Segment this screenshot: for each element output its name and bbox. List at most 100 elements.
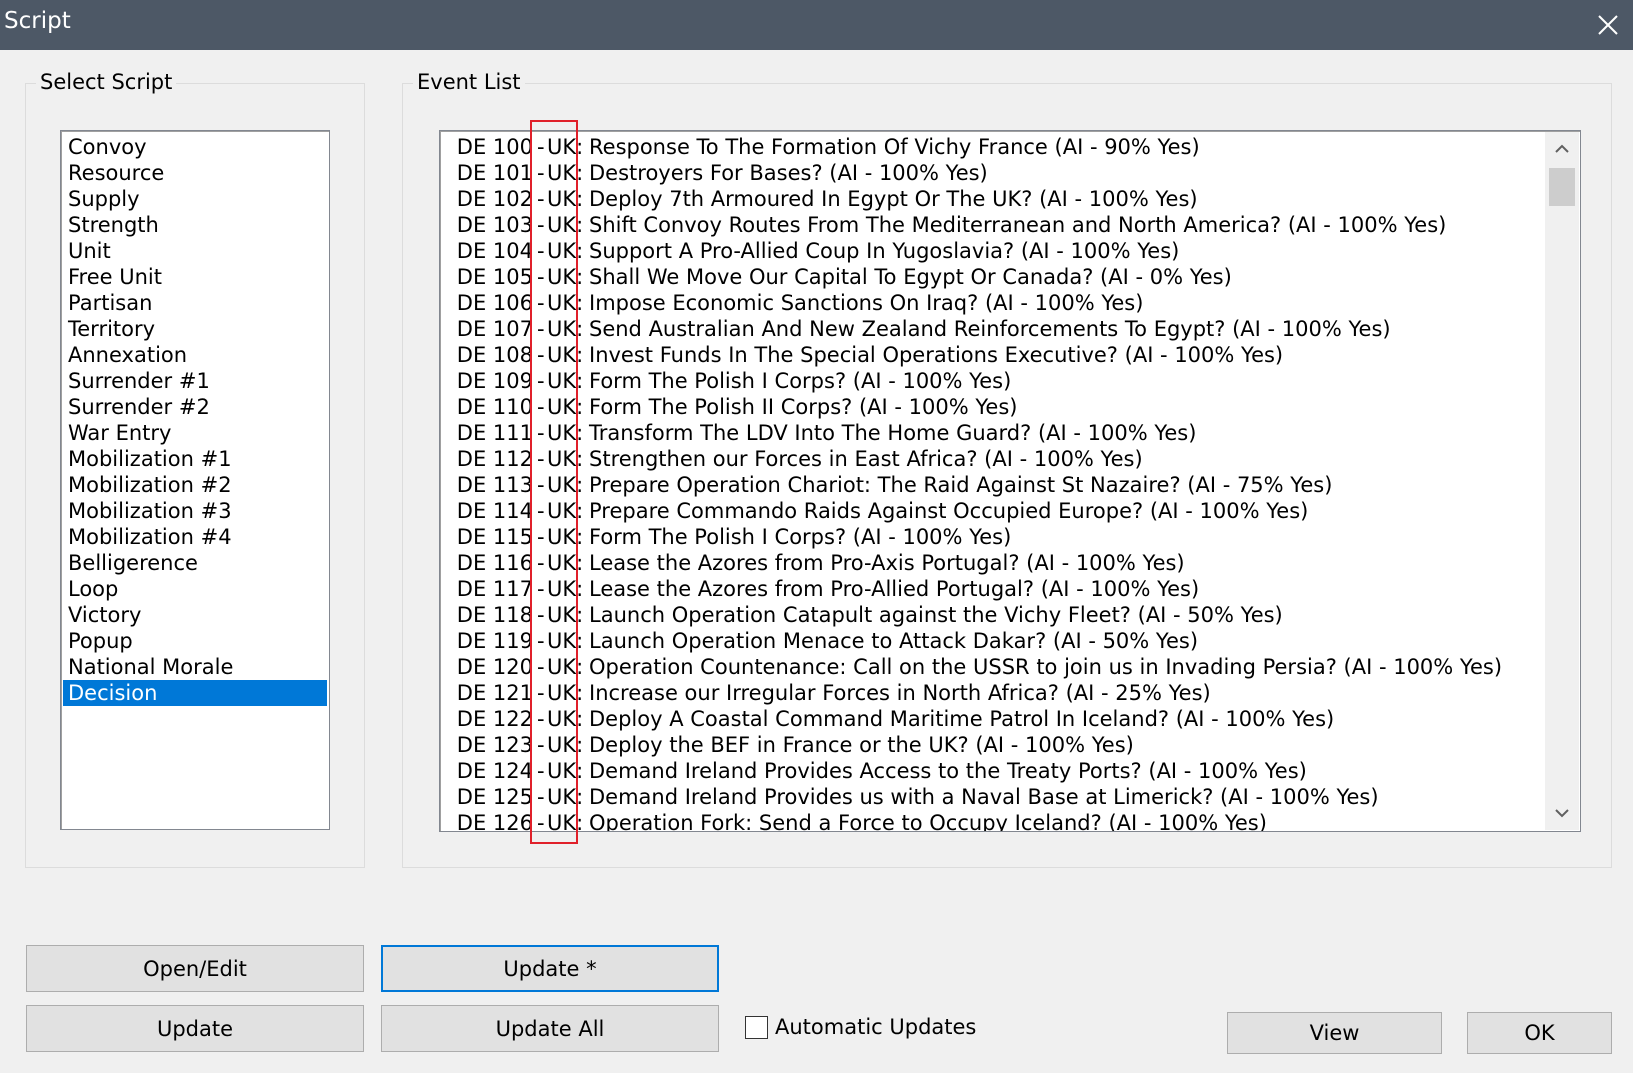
event-list-row[interactable]: DE 120- UK: Operation Countenance: Call on… <box>451 654 1544 680</box>
script-list-item[interactable]: Surrender #2 <box>63 394 327 420</box>
event-list-row[interactable]: DE 116- UK: Lease the Azores from Pro-Axis… <box>451 550 1544 576</box>
event-list-row[interactable]: DE 101- UK: Destroyers For Bases? (AI - 10… <box>451 160 1544 186</box>
event-separator: - <box>537 369 545 393</box>
event-id: DE 117 <box>456 577 533 601</box>
event-id: DE 103 <box>456 213 533 237</box>
script-list-item[interactable]: National Morale <box>63 654 327 680</box>
event-country: UK: <box>547 135 584 159</box>
event-list-row[interactable]: DE 122- UK: Deploy A Coastal Command Marit… <box>451 706 1544 732</box>
script-list-item[interactable]: War Entry <box>63 420 327 446</box>
event-country: UK: <box>547 213 584 237</box>
event-separator: - <box>537 395 545 419</box>
event-list-label: Event List <box>413 69 525 95</box>
event-country: UK: <box>547 291 584 315</box>
event-id: DE 102 <box>456 187 533 211</box>
scroll-up-button[interactable] <box>1545 132 1579 166</box>
script-list-item[interactable]: Mobilization #2 <box>63 472 327 498</box>
script-list-item[interactable]: Popup <box>63 628 327 654</box>
event-id: DE 116 <box>456 551 533 575</box>
event-list-row[interactable]: DE 118- UK: Launch Operation Catapult agai… <box>451 602 1544 628</box>
scroll-down-button[interactable] <box>1545 796 1579 830</box>
event-text: Strengthen our Forces in East Africa? (A… <box>589 447 1143 471</box>
event-list-row[interactable]: DE 104- UK: Support A Pro-Allied Coup In Y… <box>451 238 1544 264</box>
event-list-row[interactable]: DE 125- UK: Demand Ireland Provides us wit… <box>451 784 1544 810</box>
window-title: Script <box>4 8 71 34</box>
event-separator: - <box>537 187 545 211</box>
ok-button[interactable]: OK <box>1467 1012 1612 1054</box>
event-separator: - <box>537 551 545 575</box>
event-country: UK: <box>547 759 584 783</box>
event-text: Send Australian And New Zealand Reinforc… <box>589 317 1391 341</box>
script-list-item[interactable]: Partisan <box>63 290 327 316</box>
event-list-row[interactable]: DE 106- UK: Impose Economic Sanctions On I… <box>451 290 1544 316</box>
event-text: Impose Economic Sanctions On Iraq? (AI -… <box>589 291 1144 315</box>
event-list-row[interactable]: DE 124- UK: Demand Ireland Provides Access… <box>451 758 1544 784</box>
script-list-item[interactable]: Convoy <box>63 134 327 160</box>
event-text: Form The Polish I Corps? (AI - 100% Yes) <box>589 525 1012 549</box>
event-text: Demand Ireland Provides us with a Naval … <box>589 785 1379 809</box>
event-list-row[interactable]: DE 109- UK: Form The Polish I Corps? (AI -… <box>451 368 1544 394</box>
event-list-row[interactable]: DE 113- UK: Prepare Operation Chariot: The… <box>451 472 1544 498</box>
script-list-item[interactable]: Unit <box>63 238 327 264</box>
event-list-scrollbar[interactable] <box>1545 132 1579 830</box>
event-listbox[interactable]: DE 100- UK: Response To The Formation Of V… <box>439 130 1581 832</box>
event-list-row[interactable]: DE 126- UK: Operation Fork: Send a Force t… <box>451 810 1544 831</box>
event-list-row[interactable]: DE 105- UK: Shall We Move Our Capital To E… <box>451 264 1544 290</box>
event-separator: - <box>537 785 545 809</box>
script-list-item[interactable]: Annexation <box>63 342 327 368</box>
event-list-row[interactable]: DE 110- UK: Form The Polish II Corps? (AI … <box>451 394 1544 420</box>
script-list-item[interactable]: Mobilization #1 <box>63 446 327 472</box>
view-button[interactable]: View <box>1227 1012 1442 1054</box>
event-list-row[interactable]: DE 102- UK: Deploy 7th Armoured In Egypt O… <box>451 186 1544 212</box>
event-list-row[interactable]: DE 119- UK: Launch Operation Menace to Att… <box>451 628 1544 654</box>
event-list-row[interactable]: DE 103- UK: Shift Convoy Routes From The M… <box>451 212 1544 238</box>
event-list-row[interactable]: DE 115- UK: Form The Polish I Corps? (AI -… <box>451 524 1544 550</box>
event-text: Invest Funds In The Special Operations E… <box>589 343 1284 367</box>
script-list-item[interactable]: Territory <box>63 316 327 342</box>
event-list-row[interactable]: DE 117- UK: Lease the Azores from Pro-Alli… <box>451 576 1544 602</box>
event-separator: - <box>537 291 545 315</box>
event-separator: - <box>537 525 545 549</box>
event-country: UK: <box>547 395 584 419</box>
script-list-item[interactable]: Mobilization #3 <box>63 498 327 524</box>
event-list-row[interactable]: DE 112- UK: Strengthen our Forces in East … <box>451 446 1544 472</box>
event-separator: - <box>537 317 545 341</box>
script-listbox[interactable]: Convoy Resource Supply Strength Unit Free Uni… <box>60 130 330 830</box>
automatic-updates-checkbox[interactable]: Automatic Updates <box>745 1014 976 1040</box>
event-list-row[interactable]: DE 123- UK: Deploy the BEF in France or th… <box>451 732 1544 758</box>
event-list-row[interactable]: DE 107- UK: Send Australian And New Zealan… <box>451 316 1544 342</box>
event-id: DE 118 <box>456 603 533 627</box>
script-list-item[interactable]: Victory <box>63 602 327 628</box>
script-list-item[interactable]: Supply <box>63 186 327 212</box>
script-list-item[interactable]: Free Unit <box>63 264 327 290</box>
scroll-thumb[interactable] <box>1549 168 1575 206</box>
script-list-item[interactable]: Resource <box>63 160 327 186</box>
open-edit-button[interactable]: Open/Edit <box>26 945 364 992</box>
update-all-button[interactable]: Update All <box>381 1005 719 1052</box>
script-list-item[interactable]: Strength <box>63 212 327 238</box>
event-separator: - <box>537 447 545 471</box>
event-country: UK: <box>547 447 584 471</box>
event-country: UK: <box>547 369 584 393</box>
close-button[interactable] <box>1583 0 1633 50</box>
script-list-item[interactable]: Belligerence <box>63 550 327 576</box>
event-id: DE 110 <box>456 395 533 419</box>
event-list-row[interactable]: DE 100- UK: Response To The Formation Of V… <box>451 134 1544 160</box>
event-list-row[interactable]: DE 108- UK: Invest Funds In The Special Op… <box>451 342 1544 368</box>
event-id: DE 114 <box>456 499 533 523</box>
event-text: Lease the Azores from Pro-Axis Portugal?… <box>589 551 1185 575</box>
event-text: Increase our Irregular Forces in North A… <box>589 681 1211 705</box>
event-list-row[interactable]: DE 114- UK: Prepare Commando Raids Against… <box>451 498 1544 524</box>
event-country: UK: <box>547 577 584 601</box>
event-list-row[interactable]: DE 111- UK: Transform The LDV Into The Hom… <box>451 420 1544 446</box>
script-list-item[interactable]: Mobilization #4 <box>63 524 327 550</box>
update-button[interactable]: Update <box>26 1005 364 1052</box>
checkbox-box[interactable] <box>745 1015 768 1039</box>
update-star-button[interactable]: Update * <box>381 945 719 992</box>
script-list-item[interactable]: Decision <box>63 680 327 706</box>
script-list-item[interactable]: Loop <box>63 576 327 602</box>
event-country: UK: <box>547 681 584 705</box>
event-text: Form The Polish II Corps? (AI - 100% Yes… <box>589 395 1018 419</box>
event-list-row[interactable]: DE 121- UK: Increase our Irregular Forces … <box>451 680 1544 706</box>
script-list-item[interactable]: Surrender #1 <box>63 368 327 394</box>
